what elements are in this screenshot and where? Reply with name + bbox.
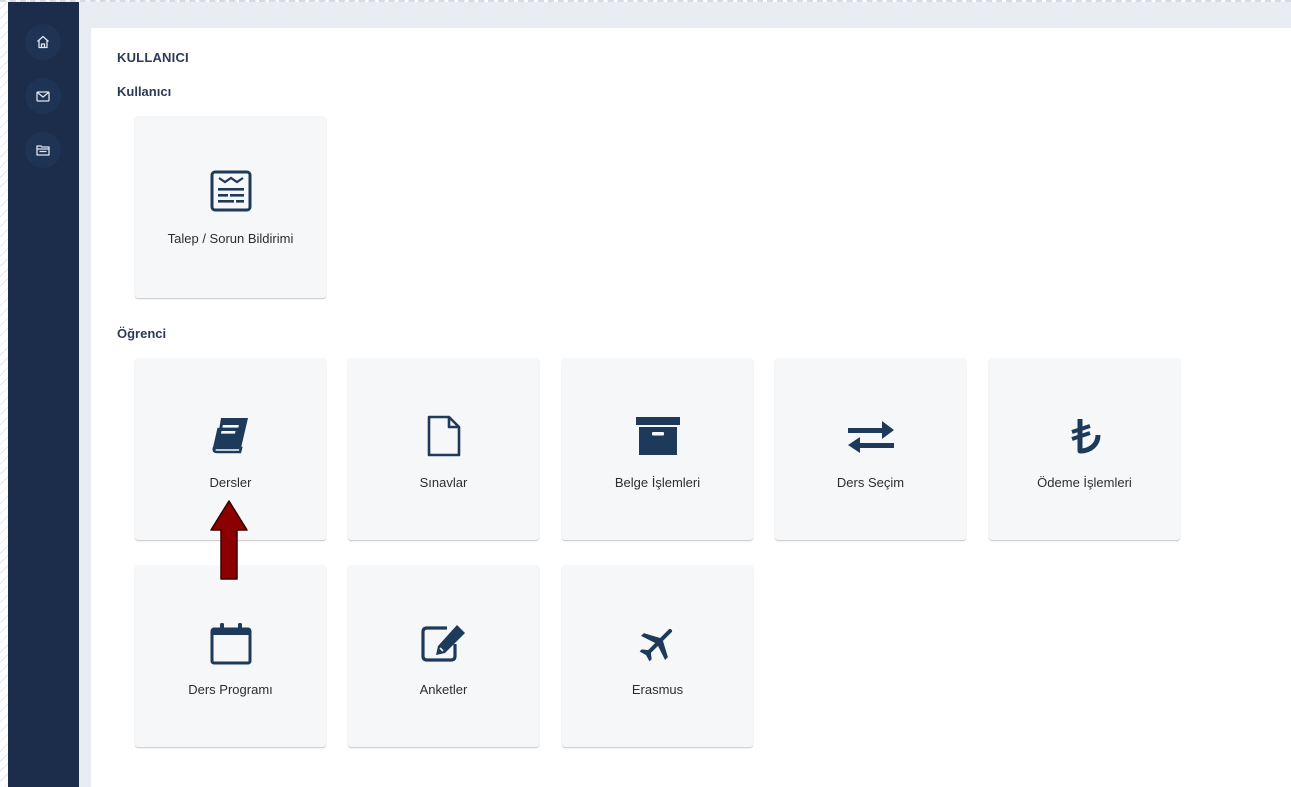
section-title-ogrenci: Öğrenci bbox=[117, 326, 167, 341]
tile-label: Anketler bbox=[419, 682, 468, 697]
mail-icon bbox=[36, 91, 50, 102]
newspaper-icon bbox=[210, 170, 251, 212]
tile-label: Ders Seçim bbox=[836, 475, 905, 490]
tile-ders-programi[interactable]: Ders Programı bbox=[135, 565, 326, 747]
tile-label: Talep / Sorun Bildirimi bbox=[167, 231, 294, 246]
sidebar-item-home[interactable] bbox=[25, 24, 61, 60]
tile-erasmus[interactable]: Erasmus bbox=[562, 565, 753, 747]
tile-anketler[interactable]: Anketler bbox=[348, 565, 539, 747]
exchange-icon bbox=[847, 421, 894, 453]
sidebar-item-documents[interactable] bbox=[25, 132, 61, 168]
tile-label: Erasmus bbox=[631, 682, 684, 697]
tile-talep-sorun-bildirimi[interactable]: Talep / Sorun Bildirimi bbox=[135, 116, 326, 298]
section-title-kullanici: Kullanıcı bbox=[117, 84, 172, 99]
sidebar-item-messages[interactable] bbox=[25, 78, 61, 114]
tile-label: Dersler bbox=[209, 475, 252, 490]
sidebar bbox=[8, 2, 79, 787]
annotation-arrow-up-icon bbox=[210, 500, 248, 580]
book-icon bbox=[212, 418, 248, 454]
home-icon bbox=[37, 35, 49, 49]
main-panel: KULLANICI Kullanıcı Talep / Sorun Bildir… bbox=[91, 28, 1291, 787]
page-title: KULLANICI bbox=[117, 50, 189, 65]
tile-belge-islemleri[interactable]: Belge İşlemleri bbox=[562, 358, 753, 540]
lira-icon bbox=[1070, 419, 1100, 454]
plane-icon bbox=[639, 628, 672, 662]
folder-icon bbox=[36, 145, 50, 156]
tile-ders-secim[interactable]: Ders Seçim bbox=[775, 358, 966, 540]
tile-sinavlar[interactable]: Sınavlar bbox=[348, 358, 539, 540]
file-icon bbox=[427, 415, 460, 457]
calendar-icon bbox=[210, 623, 251, 665]
edit-icon bbox=[420, 625, 465, 662]
tile-label: Ders Programı bbox=[188, 682, 273, 697]
tile-label: Sınavlar bbox=[419, 475, 468, 490]
archive-icon bbox=[635, 417, 680, 455]
tile-odeme-islemleri[interactable]: Ödeme İşlemleri bbox=[989, 358, 1180, 540]
tile-label: Ödeme İşlemleri bbox=[1037, 475, 1132, 490]
app-frame: KULLANICI Kullanıcı Talep / Sorun Bildir… bbox=[0, 0, 1291, 787]
tile-label: Belge İşlemleri bbox=[614, 475, 701, 490]
